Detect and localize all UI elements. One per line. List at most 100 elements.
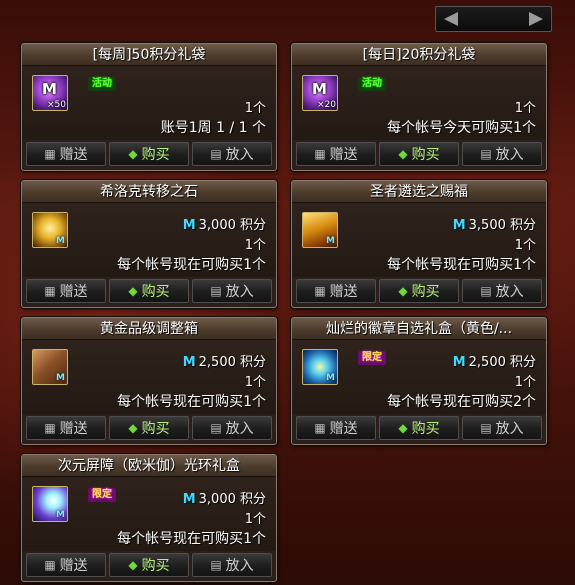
item-actions: ▦ 赠送 ◆ 购买 ▤ 放入 [296,142,542,166]
limited-badge: 限定 [88,488,116,502]
item-price: M 2,500 积分 [453,351,536,370]
price-value: 3,000 积分 [198,492,266,507]
add-to-cart-button[interactable]: ▤ 放入 [192,279,272,303]
buy-label: 购买 [411,147,440,163]
m-coin-icon: M [452,355,466,370]
item-count: 1个 [514,375,536,390]
item-title: 圣者遴选之赐福 [292,181,546,203]
page-navigator [435,6,552,32]
shop-item-card: 希洛克转移之石 M M 3,000 积分 1个 每个帐号现在可购买1个 ▦ 赠送 ◆… [21,180,277,308]
add-to-cart-button[interactable]: ▤ 放入 [192,416,272,440]
cart-icon: ▤ [480,421,492,435]
item-price: M 3,500 积分 [453,214,536,233]
cart-icon: ▤ [210,558,222,572]
purchase-limit: 每个帐号现在可购买1个 [117,257,266,273]
price-value: 2,500 积分 [468,355,536,370]
cart-label: 放入 [225,147,254,163]
buy-icon: ◆ [398,147,408,161]
item-actions: ▦ 赠送 ◆ 购买 ▤ 放入 [26,279,272,303]
price-value: 3,000 积分 [198,218,266,233]
gift-icon: ▦ [44,284,56,298]
cart-icon: ▤ [210,147,222,161]
right-arrow-icon[interactable] [529,12,543,26]
gift-button[interactable]: ▦ 赠送 [26,279,106,303]
item-body: M M 3,500 积分 1个 每个帐号现在可购买1个 [292,204,546,277]
item-price: M 2,500 积分 [183,351,266,370]
item-body: M 限定 M 3,000 积分 1个 每个帐号现在可购买1个 [22,478,276,551]
gift-label: 赠送 [329,147,358,163]
buy-button[interactable]: ◆ 购买 [109,142,189,166]
badge-box-icon[interactable]: M [302,349,338,385]
cart-label: 放入 [495,284,524,300]
buy-button[interactable]: ◆ 购买 [379,416,459,440]
gold-chest-icon[interactable]: M [302,212,338,248]
item-count: 1个 [514,238,536,253]
add-to-cart-button[interactable]: ▤ 放入 [192,142,272,166]
item-body: M ×20 活动 1个 每个帐号今天可购买1个 [292,67,546,140]
cart-label: 放入 [225,284,254,300]
item-count: 1个 [244,101,266,116]
m-coin-icon: M [326,373,335,383]
add-to-cart-button[interactable]: ▤ 放入 [462,142,542,166]
cart-label: 放入 [495,147,524,163]
limited-badge: 限定 [358,351,386,365]
gold-gauntlet-icon[interactable]: M [32,212,68,248]
brown-box-icon[interactable]: M [32,349,68,385]
add-to-cart-button[interactable]: ▤ 放入 [192,553,272,577]
buy-button[interactable]: ◆ 购买 [109,279,189,303]
add-to-cart-button[interactable]: ▤ 放入 [462,279,542,303]
purple-m-bag-icon[interactable]: M ×50 [32,75,68,111]
icon-quantity: ×20 [317,100,336,110]
gift-icon: ▦ [44,421,56,435]
item-body: M ×50 活动 1个 账号1周 1 / 1 个 [22,67,276,140]
cart-icon: ▤ [480,284,492,298]
event-badge: 活动 [88,77,116,91]
item-count: 1个 [244,238,266,253]
purchase-limit: 账号1周 1 / 1 个 [160,120,266,136]
gift-button[interactable]: ▦ 赠送 [26,416,106,440]
icon-mark: M [42,80,57,98]
buy-label: 购买 [141,147,170,163]
purchase-limit: 每个帐号现在可购买1个 [387,257,536,273]
gift-icon: ▦ [314,147,326,161]
gift-label: 赠送 [59,421,88,437]
item-actions: ▦ 赠送 ◆ 购买 ▤ 放入 [26,553,272,577]
shop-item-card: 圣者遴选之赐福 M M 3,500 积分 1个 每个帐号现在可购买1个 ▦ 赠送 ◆… [291,180,547,308]
left-arrow-icon[interactable] [444,12,458,26]
event-badge: 活动 [358,77,386,91]
buy-button[interactable]: ◆ 购买 [379,142,459,166]
purple-m-bag-icon[interactable]: M ×20 [302,75,338,111]
price-value: 2,500 积分 [198,355,266,370]
gift-icon: ▦ [314,421,326,435]
buy-icon: ◆ [398,284,408,298]
item-actions: ▦ 赠送 ◆ 购买 ▤ 放入 [26,416,272,440]
shop-item-card: [每周]50积分礼袋 M ×50 活动 1个 账号1周 1 / 1 个 ▦ 赠送 … [21,43,277,171]
purchase-limit: 每个帐号现在可购买1个 [117,394,266,410]
item-price: M 3,000 积分 [183,488,266,507]
buy-label: 购买 [141,421,170,437]
purchase-limit: 每个帐号现在可购买2个 [387,394,536,410]
cart-label: 放入 [495,421,524,437]
item-count: 1个 [244,375,266,390]
gift-button[interactable]: ▦ 赠送 [296,279,376,303]
item-actions: ▦ 赠送 ◆ 购买 ▤ 放入 [296,416,542,440]
gift-button[interactable]: ▦ 赠送 [296,142,376,166]
item-title: 次元屏障（欧米伽）光环礼盒 [22,455,276,477]
buy-icon: ◆ [398,421,408,435]
gift-label: 赠送 [59,147,88,163]
gift-icon: ▦ [44,558,56,572]
buy-button[interactable]: ◆ 购买 [109,416,189,440]
buy-icon: ◆ [128,558,138,572]
buy-button[interactable]: ◆ 购买 [379,279,459,303]
buy-button[interactable]: ◆ 购买 [109,553,189,577]
cart-icon: ▤ [480,147,492,161]
gift-button[interactable]: ▦ 赠送 [26,142,106,166]
gift-button[interactable]: ▦ 赠送 [296,416,376,440]
item-title: 希洛克转移之石 [22,181,276,203]
icon-mark: M [312,80,327,98]
aura-box-icon[interactable]: M [32,486,68,522]
m-coin-icon: M [326,236,335,246]
gift-icon: ▦ [44,147,56,161]
gift-button[interactable]: ▦ 赠送 [26,553,106,577]
add-to-cart-button[interactable]: ▤ 放入 [462,416,542,440]
